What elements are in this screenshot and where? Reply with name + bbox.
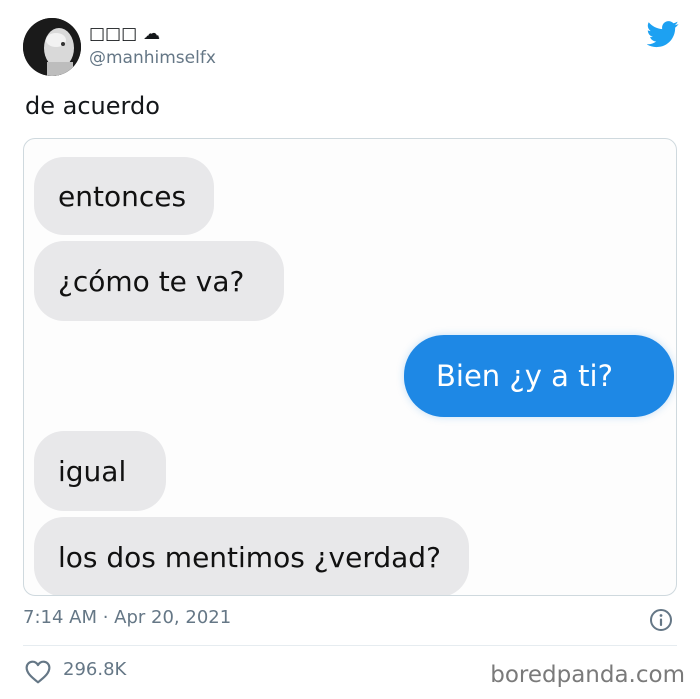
message-text: ¿cómo te va? (58, 264, 245, 298)
tweet-media[interactable]: entonces ¿cómo te va? Bien ¿y a ti? igua… (23, 138, 677, 596)
heart-icon[interactable] (25, 660, 51, 684)
like-count: 296.8K (63, 659, 127, 680)
info-icon[interactable] (649, 608, 673, 632)
display-name[interactable]: □□□ ☁ (89, 24, 160, 44)
tweet-timestamp[interactable]: 7:14 AM · Apr 20, 2021 (23, 607, 231, 628)
tweet-card: □□□ ☁ @manhimselfx de acuerdo entonces ¿… (0, 0, 700, 699)
chat-bubble-incoming: ¿cómo te va? (34, 241, 285, 321)
chat-bubble-incoming: entonces (34, 157, 215, 235)
tweet-header: □□□ ☁ @manhimselfx (23, 18, 683, 78)
divider (23, 645, 677, 646)
message-text: entonces (58, 179, 187, 213)
avatar-image (23, 18, 81, 76)
avatar[interactable] (23, 18, 81, 76)
twitter-bird-icon[interactable] (647, 18, 679, 50)
user-handle[interactable]: @manhimselfx (89, 48, 216, 68)
message-text: los dos mentimos ¿verdad? (58, 540, 441, 574)
chat-bubble-incoming: igual (34, 431, 167, 511)
chat-bubble-outgoing: Bien ¿y a ti? (404, 335, 674, 417)
watermark: boredpanda.com (490, 662, 685, 688)
message-text: igual (58, 454, 127, 488)
tweet-text: de acuerdo (25, 92, 160, 120)
message-text: Bien ¿y a ti? (436, 359, 613, 393)
chat-bubble-incoming: los dos mentimos ¿verdad? (34, 517, 469, 595)
